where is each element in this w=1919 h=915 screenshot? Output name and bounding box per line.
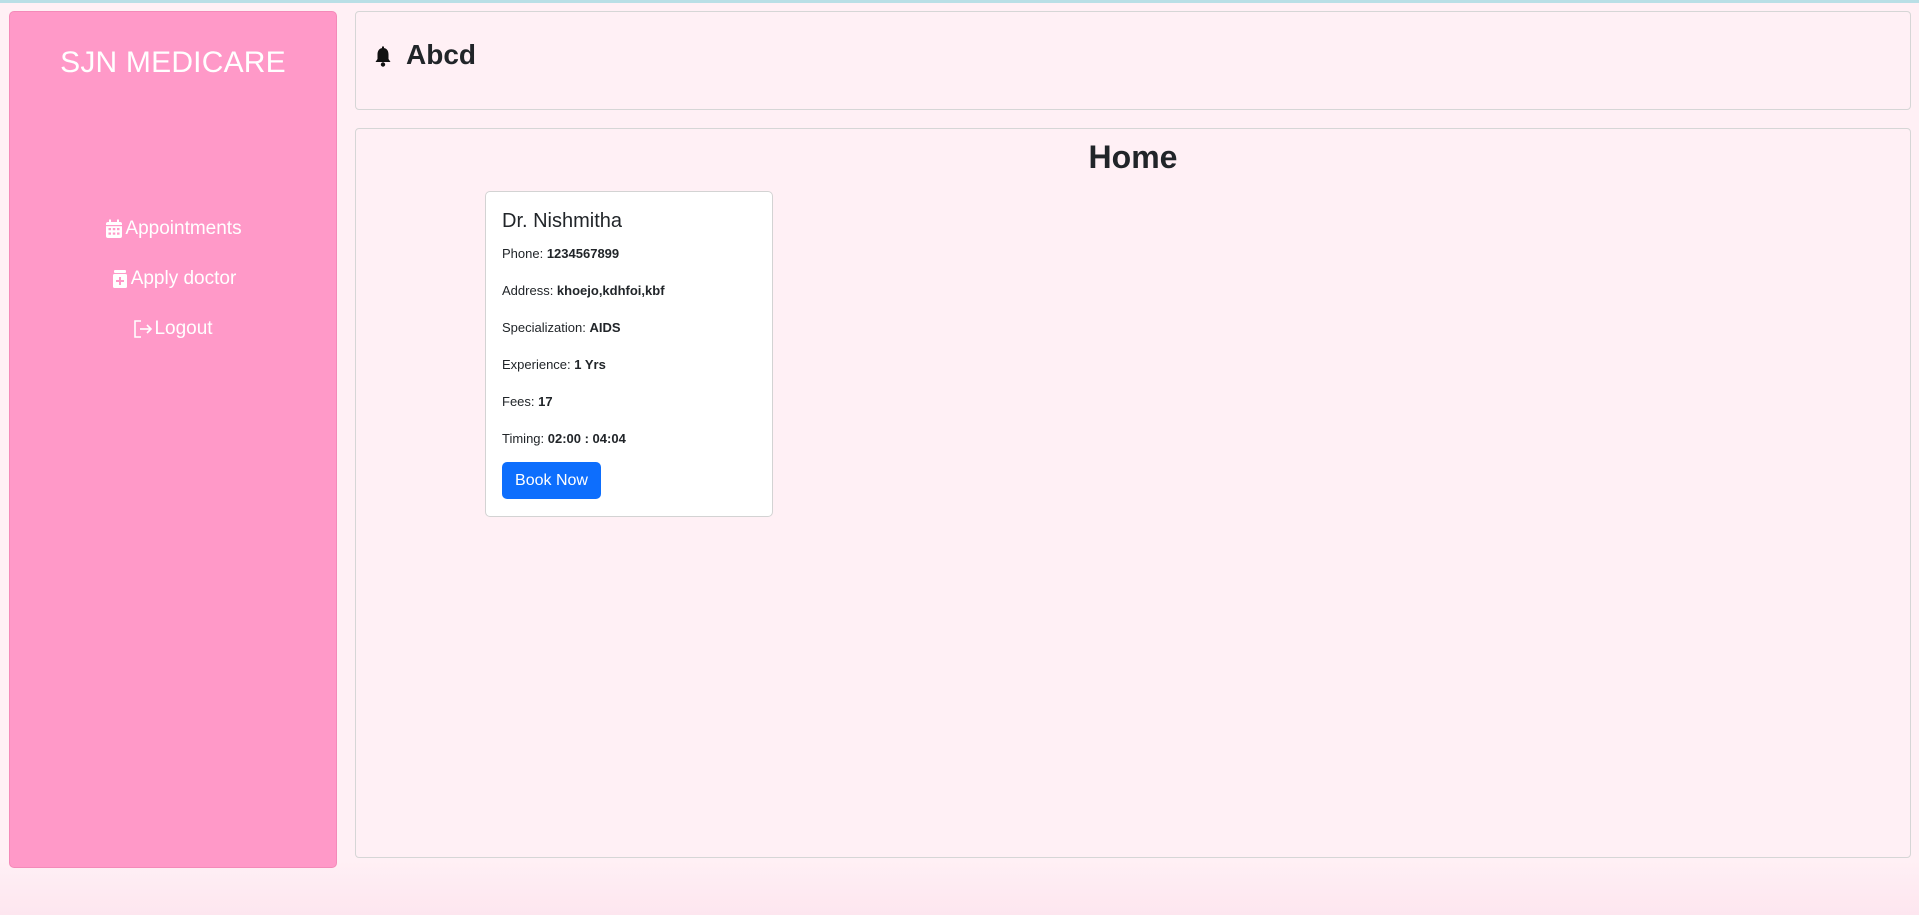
brand-title: SJN MEDICARE [60,46,286,79]
experience-value: 1 Yrs [574,357,606,372]
main-content: Home Dr. Nishmitha Phone: 1234567899 Add… [355,128,1911,858]
sidebar-item-label: Apply doctor [130,268,237,289]
book-now-button[interactable]: Book Now [502,462,601,499]
specialization-value: AIDS [589,320,621,335]
user-name: Abcd [406,39,476,70]
doctor-specialization: Specialization: AIDS [502,320,621,335]
page-title: Home [1088,139,1178,175]
sidebar-nav: Appointments Apply doctor Logout [10,204,336,354]
doctor-name: Dr. Nishmitha [502,210,623,232]
doctor-fees: Fees: 17 [502,394,553,409]
logout-icon [133,318,153,340]
address-label: Address: [502,283,557,298]
sidebar: SJN MEDICARE Appointments Apply doctor L… [9,11,337,868]
timing-value: 02:00 : 04:04 [547,431,626,446]
doctor-timing: Timing: 02:00 : 04:04 [502,431,626,446]
doctor-phone: Phone: 1234567899 [502,246,619,261]
fees-label: Fees: [502,394,539,409]
sidebar-item-logout[interactable]: Logout [10,304,336,354]
fees-value: 17 [538,394,553,409]
doctor-experience: Experience: 1 Yrs [502,357,606,372]
calendar-icon [104,218,124,240]
doctor-address: Address: khoejo,kdhfoi,kbf [502,283,665,298]
bell-icon[interactable] [374,46,392,68]
sidebar-item-label: Logout [154,318,213,339]
specialization-label: Specialization: [502,320,590,335]
header: Abcd [355,11,1911,110]
sidebar-item-label: Appointments [125,218,242,239]
address-value: khoejo,kdhfoi,kbf [556,283,665,298]
doctor-card[interactable]: Dr. Nishmitha Phone: 1234567899 Address:… [485,191,773,517]
top-border [0,0,1919,3]
experience-label: Experience: [502,357,575,372]
phone-value: 1234567899 [546,246,620,261]
sidebar-item-apply-doctor[interactable]: Apply doctor [10,254,336,304]
phone-label: Phone: [502,246,547,261]
timing-label: Timing: [502,431,548,446]
medical-file-icon [110,268,130,290]
sidebar-item-appointments[interactable]: Appointments [10,204,336,254]
